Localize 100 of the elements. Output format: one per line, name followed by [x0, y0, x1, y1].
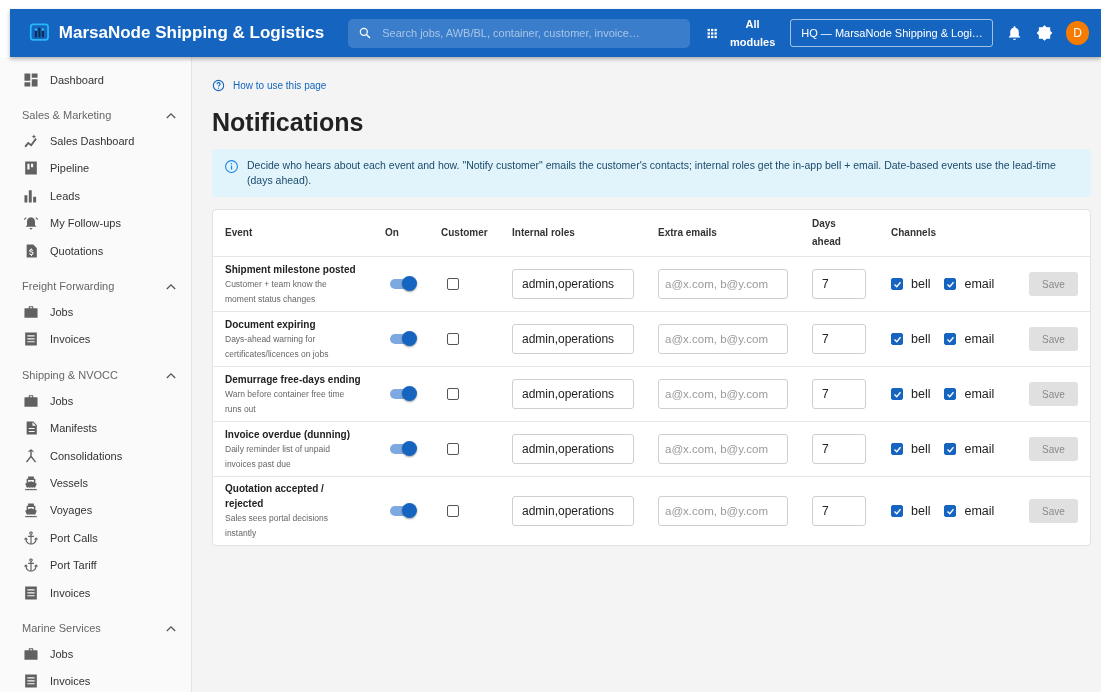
days-input[interactable]: 7 — [812, 269, 866, 299]
section-header[interactable]: Sales & Marketing — [0, 103, 191, 128]
apps-grid-icon[interactable] — [706, 27, 717, 39]
checkbox[interactable] — [944, 505, 957, 517]
section-header[interactable]: Marine Services — [0, 616, 191, 641]
sidebar-item[interactable]: Dashboard — [0, 66, 191, 94]
trend-icon — [23, 133, 39, 150]
checkbox[interactable] — [944, 443, 957, 455]
info-icon — [224, 159, 239, 174]
merge-icon — [23, 447, 39, 464]
chevron-icon — [166, 111, 176, 119]
roles-input[interactable]: admin,operations — [512, 379, 634, 409]
sidebar-item[interactable]: Jobs — [0, 640, 191, 668]
sidebar-item[interactable]: Quotations — [0, 236, 191, 265]
event-title: Quotation accepted / rejected — [225, 482, 325, 511]
emails-input[interactable]: a@x.com, b@y.com — [658, 269, 788, 299]
event-description: Days-ahead warning for certificates/licences on jobs — [225, 332, 330, 361]
briefcase-icon — [23, 304, 39, 321]
sidebar-item[interactable]: Invoices — [0, 578, 191, 607]
page-title: Notifications — [212, 108, 365, 137]
emails-input[interactable]: a@x.com, b@y.com — [658, 434, 788, 464]
checkbox[interactable] — [447, 443, 459, 455]
ship-icon — [23, 502, 39, 519]
checkbox[interactable] — [447, 388, 459, 400]
checkbox[interactable] — [944, 278, 957, 290]
emails-input[interactable]: a@x.com, b@y.com — [658, 324, 788, 354]
sidebar-item[interactable]: My Follow-ups — [0, 209, 191, 237]
section-header[interactable]: Shipping & NVOCC — [0, 363, 191, 388]
column-header: Customer — [441, 226, 489, 240]
event-description: Customer + team know the moment status changes — [225, 277, 328, 306]
ship-icon — [23, 475, 39, 491]
help-link[interactable]: How to use this page — [212, 79, 1091, 92]
checkbox-label: email — [964, 332, 995, 346]
kanban-icon — [23, 160, 39, 177]
sidebar-item[interactable]: Jobs — [0, 298, 191, 326]
sidebar-item[interactable]: Port Tariff — [0, 551, 191, 579]
sidebar-item[interactable]: Invoices — [0, 325, 191, 354]
checkbox-label: email — [964, 504, 995, 518]
app-title: MarsaNode Shipping & Logistics — [58, 23, 325, 43]
sidebar-item[interactable]: Jobs — [0, 387, 191, 415]
toggle-switch[interactable] — [390, 444, 414, 454]
days-input[interactable]: 7 — [812, 379, 866, 409]
sidebar-item[interactable]: Invoices — [0, 667, 191, 692]
briefcase-icon — [23, 645, 39, 662]
organization-select[interactable]: HQ — MarsaNode Shipping & Logi… — [790, 19, 994, 47]
roles-input[interactable]: admin,operations — [512, 324, 634, 354]
roles-input[interactable]: admin,operations — [512, 269, 634, 299]
checkbox[interactable] — [447, 333, 459, 345]
sidebar-item[interactable]: Vessels — [0, 469, 191, 497]
days-input[interactable]: 7 — [812, 496, 866, 526]
sidebar-item[interactable]: Sales Dashboard — [0, 127, 191, 155]
bars-icon — [23, 187, 39, 204]
alarm-icon — [23, 215, 39, 232]
checkbox[interactable] — [891, 505, 903, 517]
days-input[interactable]: 7 — [812, 434, 866, 464]
column-header: Channels — [891, 226, 937, 240]
checkbox-label: bell — [911, 442, 931, 456]
anchor-icon — [23, 529, 39, 546]
sidebar-item[interactable]: Port Calls — [0, 524, 191, 552]
sidebar-item[interactable]: Manifests — [0, 414, 191, 442]
receipt-icon — [23, 584, 39, 601]
checkbox[interactable] — [891, 278, 903, 290]
checkbox[interactable] — [944, 388, 957, 400]
toggle-switch[interactable] — [390, 334, 414, 344]
sidebar-item[interactable]: Leads — [0, 182, 191, 210]
checkbox[interactable] — [447, 278, 459, 290]
receipt-icon — [23, 673, 39, 690]
checkbox[interactable] — [891, 333, 903, 345]
emails-input[interactable]: a@x.com, b@y.com — [658, 379, 788, 409]
search-input[interactable]: Search jobs, AWB/BL, container, customer, invoice… — [380, 26, 680, 40]
chevron-icon — [166, 624, 176, 632]
event-title: Invoice overdue (dunning) — [225, 427, 351, 442]
emails-input[interactable]: a@x.com, b@y.com — [658, 496, 788, 526]
checkbox[interactable] — [891, 443, 903, 455]
sidebar-item[interactable]: Voyages — [0, 496, 191, 525]
column-header: Internal roles — [512, 226, 576, 240]
event-description: Warn before container free time runs out — [225, 387, 346, 416]
sidebar-item[interactable]: Consolidations — [0, 441, 191, 470]
search-field[interactable]: Search jobs, AWB/BL, container, customer, invoice… — [348, 18, 690, 48]
toggle-switch[interactable] — [390, 506, 414, 516]
checkbox[interactable] — [944, 333, 957, 345]
chevron-icon — [166, 371, 176, 379]
toggle-switch[interactable] — [390, 389, 414, 399]
column-header: On — [385, 226, 400, 240]
checkbox-label: bell — [911, 277, 931, 291]
checkbox[interactable] — [447, 505, 459, 517]
all-modules-button[interactable]: All modules — [729, 15, 777, 51]
chevron-icon — [166, 282, 176, 290]
toggle-switch[interactable] — [390, 279, 414, 289]
checkbox[interactable] — [891, 388, 903, 400]
days-input[interactable]: 7 — [812, 324, 866, 354]
brightness-icon[interactable] — [1036, 24, 1054, 42]
section-header[interactable]: Freight Forwarding — [0, 274, 191, 299]
sidebar-item[interactable]: Pipeline — [0, 154, 191, 183]
receipt-icon — [23, 331, 39, 348]
roles-input[interactable]: admin,operations — [512, 496, 634, 526]
roles-input[interactable]: admin,operations — [512, 434, 634, 464]
dashboard-icon — [23, 71, 39, 88]
anchor-icon — [23, 557, 39, 574]
help-icon — [212, 79, 225, 92]
